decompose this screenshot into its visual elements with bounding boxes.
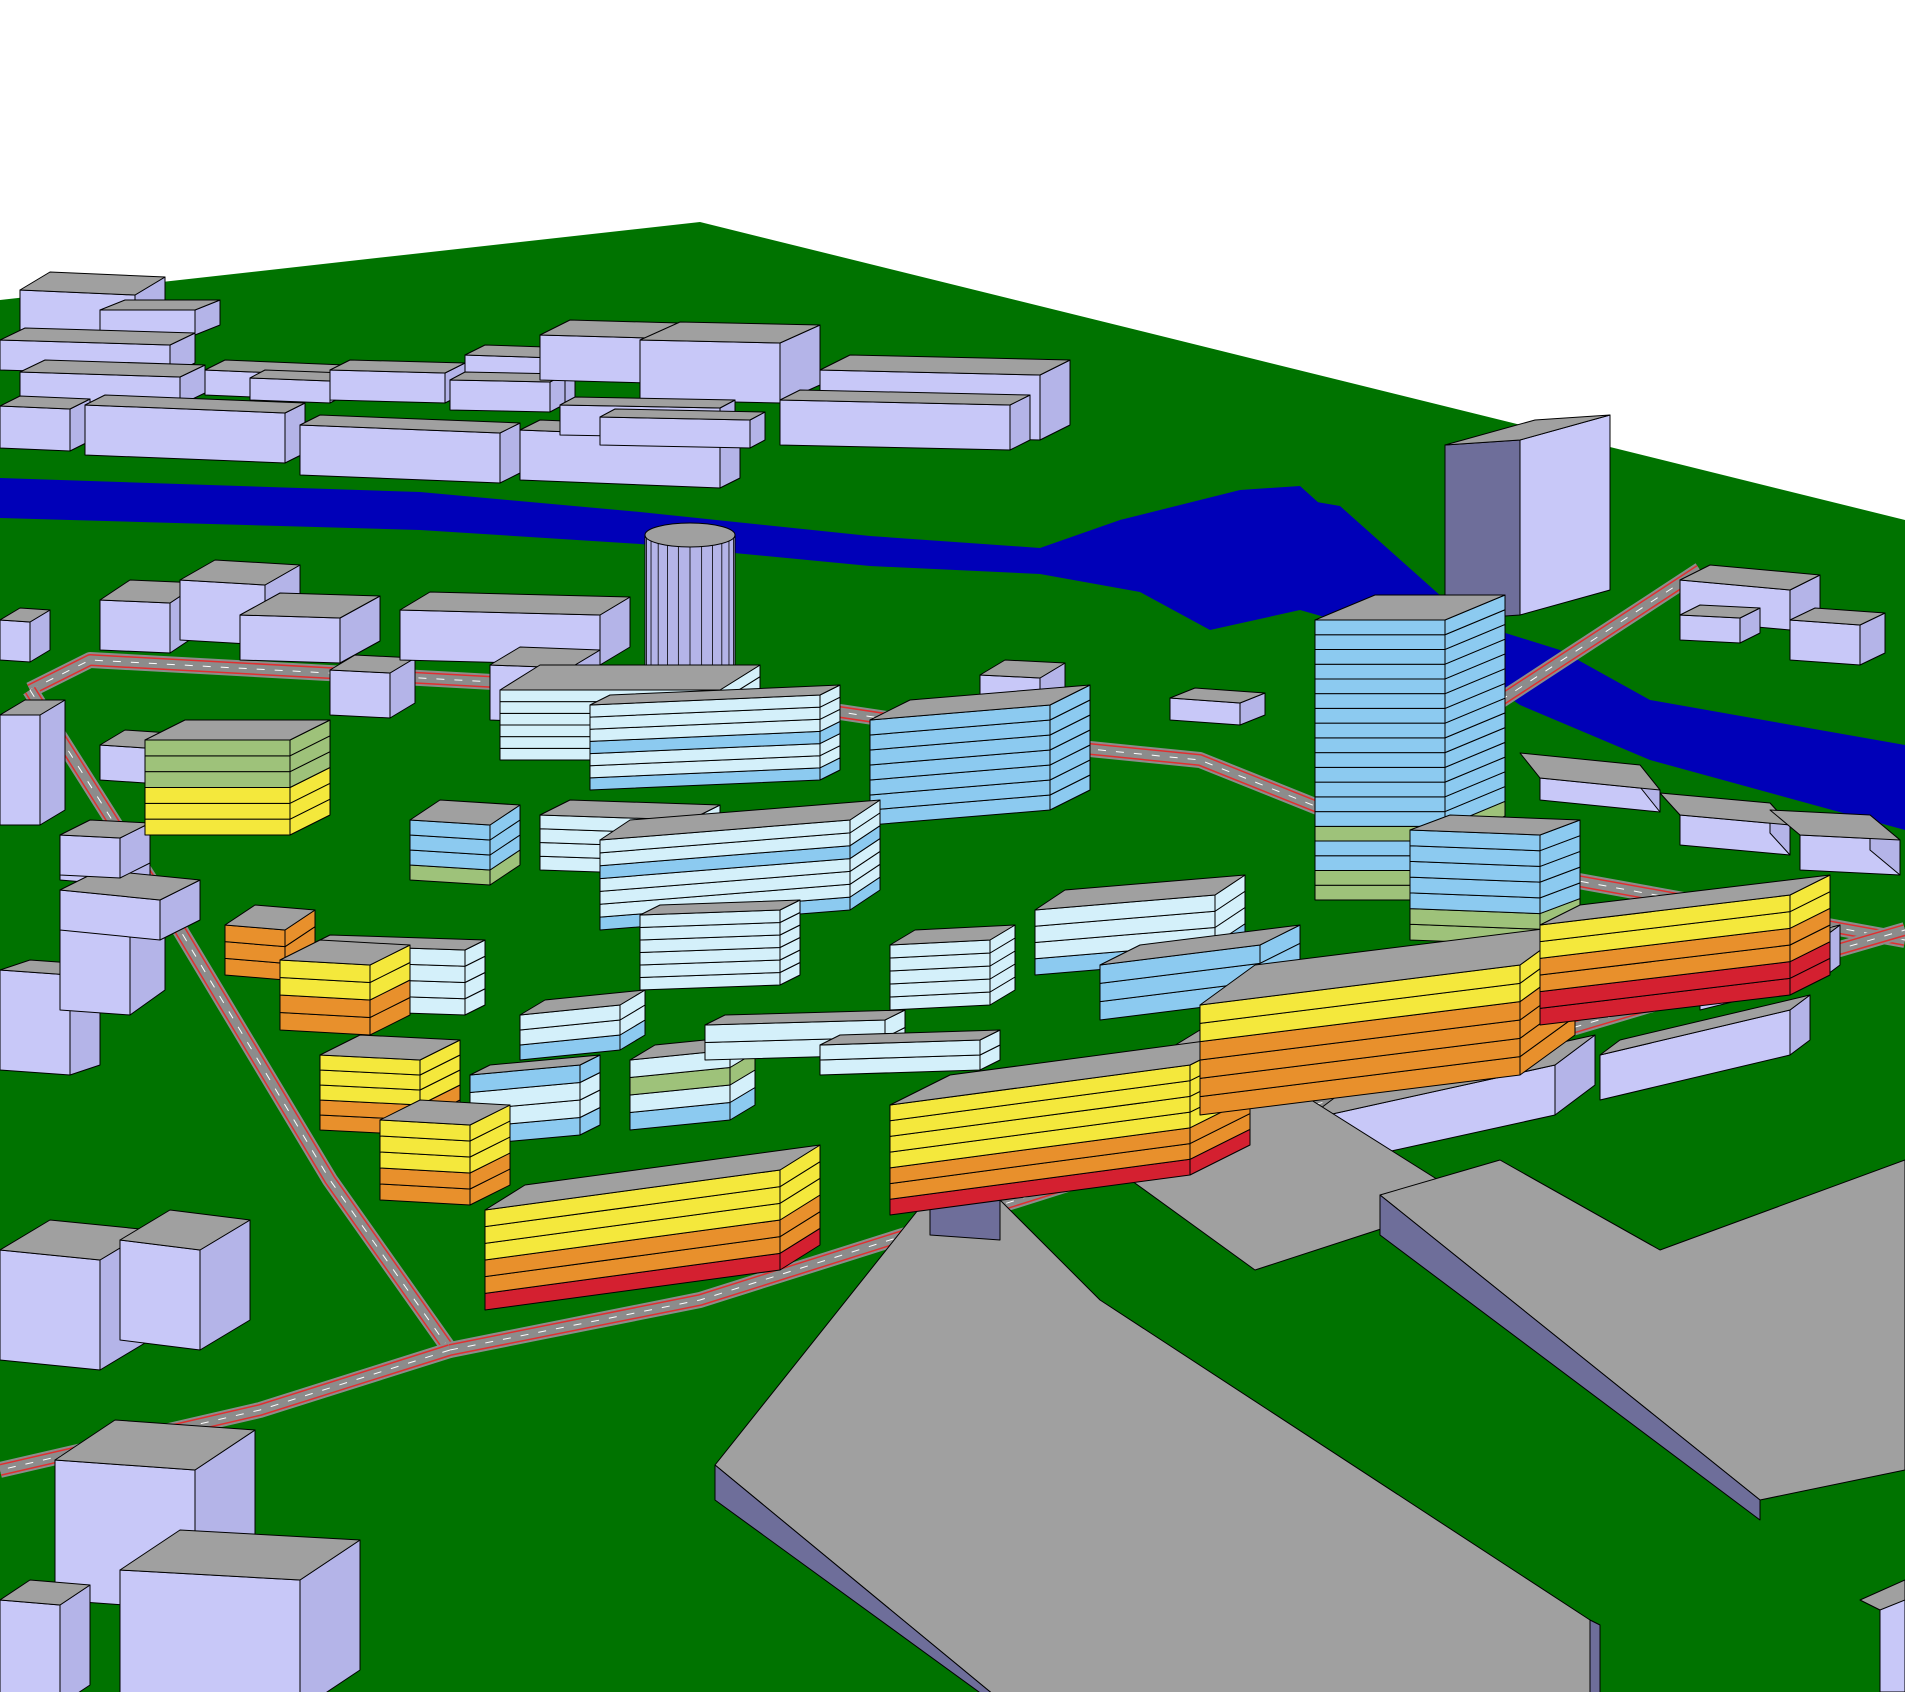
building-side-face (1519, 414, 1611, 616)
facade-floor-band (1314, 693, 1446, 709)
facade-floor-band (144, 771, 291, 788)
study-building-west-1[interactable] (409, 799, 521, 886)
facade-floor-band (144, 802, 291, 820)
building-roof (499, 664, 761, 691)
tower-northeast[interactable] (1444, 414, 1611, 621)
building-front-face (119, 1239, 201, 1351)
facade-floor-band (144, 787, 291, 804)
facade-floor-band (144, 818, 291, 836)
facade-floor-band (1314, 678, 1446, 695)
building-front-face (0, 619, 31, 663)
context-building[interactable] (1679, 604, 1761, 644)
building-front-face (249, 377, 331, 404)
building-front-face (1679, 614, 1741, 644)
study-building-road-2[interactable] (279, 939, 411, 1036)
study-building-road-4[interactable] (379, 1099, 511, 1206)
cylinder-roof (644, 522, 736, 548)
facade-floor-band (1314, 781, 1446, 798)
building-front-face (0, 1249, 101, 1371)
building-side-face (39, 699, 66, 826)
context-building[interactable] (119, 1209, 251, 1351)
building-front-face (329, 669, 391, 719)
facade-floor-band (1314, 766, 1446, 783)
study-building-north-2[interactable] (589, 684, 841, 791)
context-building[interactable] (779, 389, 1031, 451)
scene-canvas[interactable] (0, 0, 1905, 1692)
building-front-face (329, 369, 446, 404)
building-front-face (99, 744, 146, 784)
facade-floor-band (1314, 707, 1446, 724)
facade-floor-band (1314, 796, 1446, 813)
warehouse-side-face (1589, 1619, 1601, 1692)
facade-floor-band (1314, 752, 1446, 768)
study-building-centre-2[interactable] (639, 899, 801, 991)
building-front-face (239, 614, 341, 664)
context-building-small[interactable] (59, 819, 151, 879)
context-building[interactable] (119, 1529, 361, 1692)
building-front-face (0, 714, 41, 826)
context-building[interactable] (0, 1579, 91, 1692)
building-front-face (119, 1569, 301, 1692)
context-building[interactable] (0, 395, 91, 452)
city-noise-3d-view[interactable] (0, 0, 1905, 1692)
context-building[interactable] (299, 414, 521, 484)
facade-floor-band (144, 755, 291, 773)
context-building[interactable] (0, 607, 51, 663)
study-building-centre-3[interactable] (889, 924, 1016, 1011)
building-front-face (599, 416, 751, 449)
context-building[interactable] (1789, 607, 1886, 666)
building-front-face (299, 424, 501, 484)
facade-floor-band (1314, 737, 1446, 754)
facade-floor-band (144, 739, 291, 757)
context-building[interactable] (329, 359, 466, 404)
study-building-low-2[interactable] (819, 1029, 1001, 1076)
context-building[interactable] (84, 394, 306, 464)
facade-floor-band (1314, 722, 1446, 739)
context-building[interactable] (1169, 687, 1266, 726)
context-building[interactable] (639, 321, 821, 404)
study-building-polygon-west[interactable] (144, 719, 331, 836)
building-front-face (1789, 619, 1861, 666)
building-front-face (779, 399, 1011, 451)
context-building[interactable] (239, 592, 381, 664)
building-front-face (639, 339, 781, 404)
facade-floor-band (1314, 663, 1446, 680)
facade-floor-band (1314, 619, 1446, 636)
context-building[interactable] (329, 654, 416, 719)
facade-floor-band (1314, 648, 1446, 665)
building-front-face (59, 834, 121, 879)
context-building[interactable] (0, 699, 66, 826)
building-front-face (0, 405, 71, 452)
building-front-face (449, 379, 551, 413)
building-front-face (84, 404, 286, 464)
study-building-north-3[interactable] (869, 684, 1091, 826)
context-building[interactable] (59, 869, 201, 941)
facade-floor-band (1314, 634, 1446, 650)
building-front-face (1444, 439, 1521, 621)
building-front-face (0, 1599, 61, 1692)
context-building[interactable] (599, 408, 766, 449)
context-building[interactable] (99, 299, 221, 336)
building-front-face (99, 599, 171, 654)
